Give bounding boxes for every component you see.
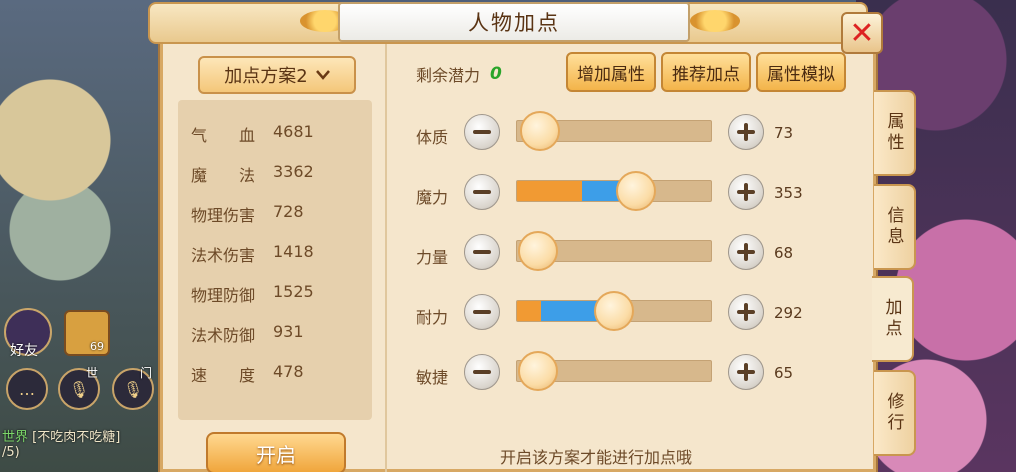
left-column: 加点方案2 气 血 4681 魔 法 3362 物理伤害 728 法术伤害 1418 物… [170, 44, 384, 472]
stat-label: 速 度 [191, 366, 256, 385]
attribute-name: 敏捷 [416, 368, 449, 387]
tab-cultivation[interactable]: 修行 [874, 370, 916, 456]
tab-add-points[interactable]: 加点 [872, 276, 914, 362]
stat-row-magic-def: 法术防御 931 [191, 322, 304, 346]
friends-label: 好友 [10, 343, 38, 359]
decrease-button[interactable] [464, 114, 500, 150]
increase-button[interactable] [728, 354, 764, 390]
attribute-row: 力量 68 [416, 231, 816, 274]
minus-icon [473, 250, 491, 254]
tab-info[interactable]: 信息 [874, 184, 916, 270]
chat-line[interactable]: 世界 [不吃肉不吃糖] /5) [2, 426, 120, 460]
slider-knob[interactable] [518, 351, 558, 391]
close-button[interactable]: ✕ [841, 12, 883, 54]
slider-knob[interactable] [518, 231, 558, 271]
chat-message: [不吃肉不吃糖] [32, 430, 121, 445]
attribute-value: 68 [774, 244, 794, 262]
remaining-potential: 剩余潜力 0 [416, 62, 502, 86]
attribute-row: 耐力 292 [416, 291, 816, 334]
attribute-name: 魔力 [416, 188, 449, 207]
stat-row-hp: 气 血 4681 [191, 122, 314, 146]
stats-box: 气 血 4681 魔 法 3362 物理伤害 728 法术伤害 1418 物理防御 152… [178, 100, 372, 420]
stat-value: 1525 [273, 282, 314, 301]
pet-level: 69 [90, 340, 104, 353]
stat-row-magic-dmg: 法术伤害 1418 [191, 242, 314, 266]
slider-knob[interactable] [594, 291, 634, 331]
stat-value: 478 [273, 362, 304, 381]
page-title: 人物加点 [468, 11, 560, 35]
attribute-slider-track[interactable] [516, 180, 712, 202]
stat-value: 3362 [273, 162, 314, 181]
potential-label: 剩余潜力 [416, 66, 481, 85]
column-divider [385, 44, 387, 472]
stat-row-mp: 魔 法 3362 [191, 162, 314, 186]
attribute-value: 73 [774, 124, 794, 142]
title-plate: 人物加点 [338, 2, 690, 42]
stat-label: 物理防御 [191, 286, 256, 305]
title-ornament-right [690, 10, 740, 32]
increase-button[interactable] [728, 294, 764, 330]
increase-button[interactable] [728, 174, 764, 210]
plus-icon-vertical [744, 243, 748, 261]
chevron-down-icon [315, 70, 330, 80]
simulate-attribute-button[interactable]: 属性模拟 [756, 52, 846, 92]
stat-label: 气 血 [191, 126, 256, 145]
stat-value: 1418 [273, 242, 314, 261]
chat-channel: 世界 [2, 430, 29, 445]
potential-value: 0 [490, 64, 502, 84]
minus-icon [473, 370, 491, 374]
attribute-value: 292 [774, 304, 803, 322]
plus-icon-vertical [744, 183, 748, 201]
increase-button[interactable] [728, 234, 764, 270]
plus-icon-vertical [744, 363, 748, 381]
attribute-value: 353 [774, 184, 803, 202]
stat-value: 728 [273, 202, 304, 221]
open-scheme-button[interactable]: 开启 [206, 432, 346, 472]
close-icon: ✕ [849, 15, 875, 51]
stat-value: 4681 [273, 122, 314, 141]
increase-button[interactable] [728, 114, 764, 150]
decrease-button[interactable] [464, 174, 500, 210]
voice-world-label: 世 [86, 366, 99, 380]
attribute-name: 体质 [416, 128, 449, 147]
attribute-row: 魔力 353 [416, 171, 816, 214]
stat-row-speed: 速 度 478 [191, 362, 304, 386]
stat-label: 魔 法 [191, 166, 256, 185]
tab-attributes[interactable]: 属性 [874, 90, 916, 176]
attribute-row: 体质 73 [416, 111, 816, 154]
recommend-points-button[interactable]: 推荐加点 [661, 52, 751, 92]
stat-label: 法术伤害 [191, 246, 256, 265]
chat-icon[interactable]: … [6, 368, 48, 410]
attribute-row: 敏捷 65 [416, 351, 816, 394]
plus-icon-vertical [744, 123, 748, 141]
minus-icon [473, 130, 491, 134]
slider-knob[interactable] [616, 171, 656, 211]
add-attribute-button[interactable]: 增加属性 [566, 52, 656, 92]
hint-text: 开启该方案才能进行加点哦 [500, 448, 693, 467]
attribute-name: 耐力 [416, 308, 449, 327]
slider-fill-base [517, 301, 541, 321]
plus-icon-vertical [744, 303, 748, 321]
minus-icon [473, 310, 491, 314]
decrease-button[interactable] [464, 294, 500, 330]
stat-value: 931 [273, 322, 304, 341]
stat-row-phys-dmg: 物理伤害 728 [191, 202, 304, 226]
voice-team-label: 门 [140, 366, 153, 380]
attribute-name: 力量 [416, 248, 449, 267]
stat-label: 法术防御 [191, 326, 256, 345]
decrease-button[interactable] [464, 234, 500, 270]
stat-row-phys-def: 物理防御 1525 [191, 282, 314, 306]
stat-label: 物理伤害 [191, 206, 256, 225]
chat-more: /5) [2, 445, 20, 460]
slider-fill-base [517, 181, 582, 201]
slider-knob[interactable] [520, 111, 560, 151]
minus-icon [473, 190, 491, 194]
scheme-dropdown[interactable]: 加点方案2 [198, 56, 356, 94]
decrease-button[interactable] [464, 354, 500, 390]
attribute-value: 65 [774, 364, 794, 382]
scheme-label: 加点方案2 [224, 66, 308, 87]
